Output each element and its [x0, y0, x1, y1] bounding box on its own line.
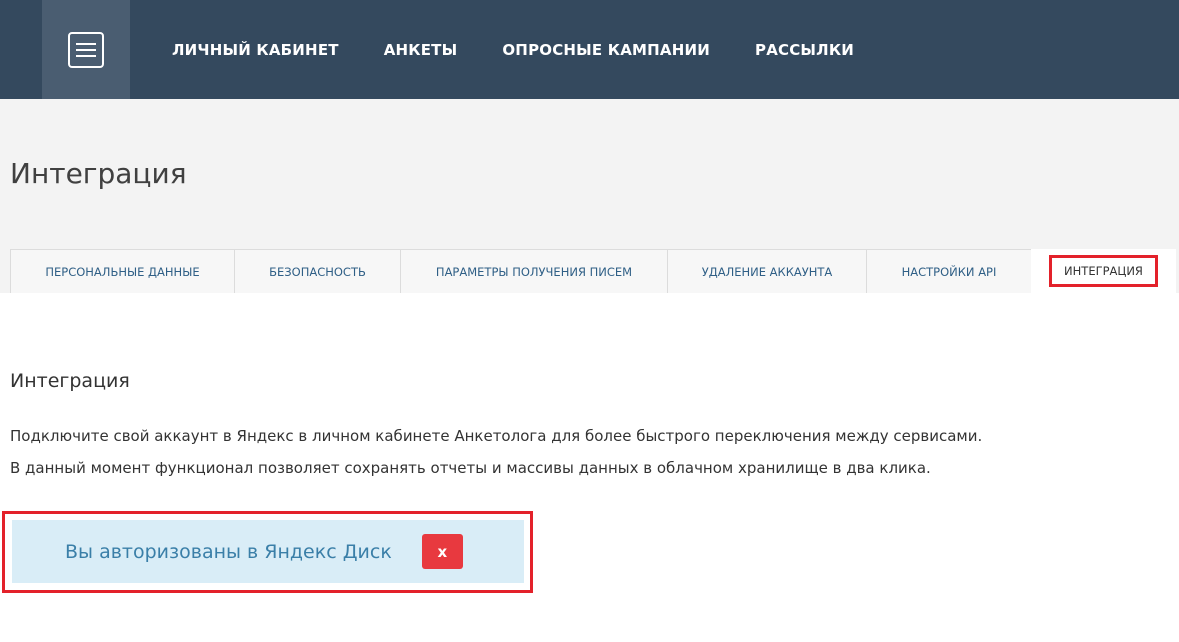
settings-tabs: ПЕРСОНАЛЬНЫЕ ДАННЫЕ БЕЗОПАСНОСТЬ ПАРАМЕТ… [10, 249, 1176, 293]
main-nav: ЛИЧНЫЙ КАБИНЕТ АНКЕТЫ ОПРОСНЫЕ КАМПАНИИ … [172, 0, 899, 99]
description-line-2: В данный момент функционал позволяет сох… [10, 459, 931, 477]
alert-highlight-frame: Вы авторизованы в Яндекс Диск x [2, 511, 533, 593]
tab-integration-label: ИНТЕГРАЦИЯ [1049, 255, 1158, 287]
disconnect-button[interactable]: x [421, 534, 463, 569]
page-header: Интеграция ПЕРСОНАЛЬНЫЕ ДАННЫЕ БЕЗОПАСНО… [0, 99, 1179, 293]
description-line-1: Подключите свой аккаунт в Яндекс в лично… [10, 427, 983, 445]
menu-cell [42, 0, 130, 99]
tab-delete-account[interactable]: УДАЛЕНИЕ АККАУНТА [667, 249, 867, 293]
tab-api-settings[interactable]: НАСТРОЙКИ API [866, 249, 1032, 293]
section-description: Подключите свой аккаунт в Яндекс в лично… [10, 420, 982, 484]
tab-personal-data[interactable]: ПЕРСОНАЛЬНЫЕ ДАННЫЕ [10, 249, 235, 293]
nav-item-surveys[interactable]: АНКЕТЫ [384, 41, 458, 59]
tab-email-settings[interactable]: ПАРАМЕТРЫ ПОЛУЧЕНИЯ ПИСЕМ [400, 249, 668, 293]
tab-integration[interactable]: ИНТЕГРАЦИЯ [1031, 249, 1176, 293]
section-title: Интеграция [10, 370, 130, 392]
nav-item-mailings[interactable]: РАССЫЛКИ [755, 41, 854, 59]
page-title: Интеграция [10, 157, 187, 190]
hamburger-menu-icon[interactable] [68, 31, 104, 68]
alert-text: Вы авторизованы в Яндекс Диск [65, 540, 392, 563]
top-navigation-bar: ЛИЧНЫЙ КАБИНЕТ АНКЕТЫ ОПРОСНЫЕ КАМПАНИИ … [0, 0, 1179, 99]
nav-item-campaigns[interactable]: ОПРОСНЫЕ КАМПАНИИ [502, 41, 710, 59]
nav-item-cabinet[interactable]: ЛИЧНЫЙ КАБИНЕТ [172, 41, 339, 59]
yandex-disk-status-alert: Вы авторизованы в Яндекс Диск x [12, 520, 524, 583]
tab-security[interactable]: БЕЗОПАСНОСТЬ [234, 249, 401, 293]
